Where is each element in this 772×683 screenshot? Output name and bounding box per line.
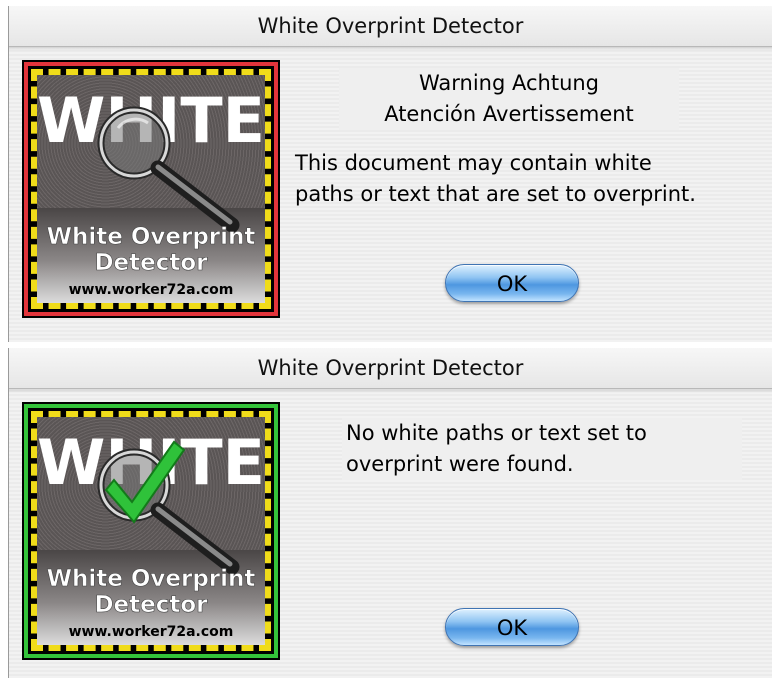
logo-artwork: WHITE White Overprint Detector www.worke…: [37, 84, 265, 298]
logo-url: www.worker72a.com: [69, 282, 234, 298]
logo-product-line2: Detector: [94, 250, 208, 276]
logo-url: www.worker72a.com: [69, 624, 234, 640]
message-line-1: This document may contain white: [295, 151, 652, 175]
result-message: No white paths or text set to overprint …: [342, 418, 742, 480]
warning-line-1: Warning Achtung: [418, 71, 600, 95]
message-line-2: overprint were found.: [346, 452, 574, 476]
dialog-title[interactable]: White Overprint Detector: [9, 348, 772, 393]
success-dialog: White Overprint Detector WHITE White Ove…: [8, 348, 772, 678]
warning-heading: Warning Achtung Atención Avertissement: [339, 68, 679, 130]
dialog-title[interactable]: White Overprint Detector: [9, 6, 772, 51]
message-line-2: paths or text that are set to overprint.: [295, 182, 696, 206]
ok-button[interactable]: OK: [445, 264, 579, 302]
logo-product-line1: White Overprint: [47, 224, 256, 250]
message-line-1: No white paths or text set to: [346, 421, 647, 445]
app-logo: WHITE White Overprint Detector www.worke…: [22, 402, 280, 660]
app-logo: WHITE White Overprint Detector www.worke…: [22, 60, 280, 318]
ok-button[interactable]: OK: [445, 608, 579, 646]
warning-message: This document may contain white paths or…: [295, 148, 772, 210]
logo-product-line2: Detector: [94, 592, 208, 618]
warning-line-2: Atención Avertissement: [384, 102, 634, 126]
warning-dialog: White Overprint Detector WHITE White Ove…: [8, 6, 772, 342]
logo-artwork: WHITE White Overprint Detector www.worke…: [37, 426, 265, 640]
logo-product-line1: White Overprint: [47, 566, 256, 592]
